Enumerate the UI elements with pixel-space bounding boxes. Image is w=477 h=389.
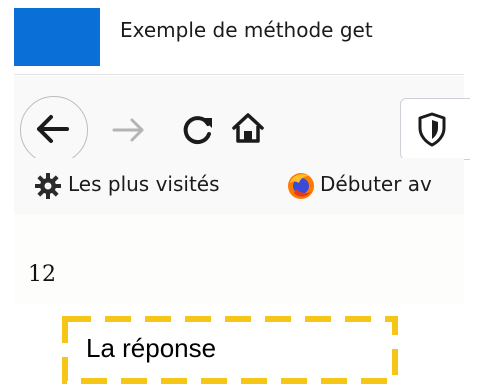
result-value: 12: [28, 262, 56, 287]
bookmark-getting-started[interactable]: Débuter av: [320, 172, 464, 196]
reload-button[interactable]: [178, 110, 218, 150]
firefox-icon: [286, 171, 316, 201]
tab-title[interactable]: Exemple de méthode get: [120, 18, 373, 42]
forward-button[interactable]: [108, 110, 148, 150]
gear-icon: [34, 172, 62, 200]
shield-icon: [418, 112, 446, 147]
home-button[interactable]: [228, 108, 268, 148]
arrow-left-icon: [37, 115, 69, 143]
tracking-protection-button[interactable]: [415, 110, 449, 148]
home-icon: [232, 113, 264, 143]
back-button[interactable]: [20, 96, 88, 164]
page-content: [14, 214, 464, 304]
arrow-right-icon: [112, 118, 144, 142]
reload-icon: [183, 116, 212, 145]
tab-accent[interactable]: [14, 8, 100, 66]
tab-divider: [14, 74, 464, 75]
bookmark-most-visited[interactable]: Les plus visités: [68, 172, 220, 196]
annotation-label: La réponse: [86, 333, 217, 363]
browser-window: Exemple de méthode get Les plus visités …: [0, 0, 477, 389]
